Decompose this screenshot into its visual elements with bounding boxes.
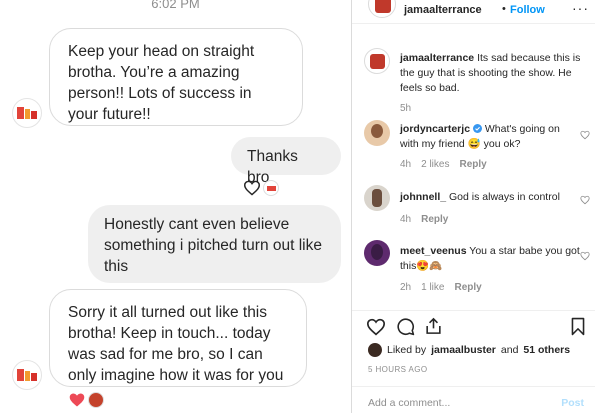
comment-text: God is always in control <box>449 191 560 203</box>
post-action-bar <box>352 310 595 340</box>
comment: johnnell_ God is always in control <box>400 190 580 205</box>
comment-meta: 4h Reply <box>400 214 448 225</box>
share-icon[interactable] <box>424 316 443 336</box>
likes-others-link[interactable]: 51 others <box>523 344 570 356</box>
commenter-avatar[interactable] <box>364 240 390 266</box>
post-time-ago: 5 HOURS AGO <box>368 365 428 374</box>
comment-username[interactable]: jordyncarterjc <box>400 123 470 135</box>
heart-filled-icon <box>69 393 85 407</box>
reactor-avatar <box>88 392 104 408</box>
like-comment-heart-icon[interactable] <box>580 195 590 205</box>
comment-age: 2h <box>400 282 412 293</box>
like-comment-heart-icon[interactable] <box>580 251 590 261</box>
message-reaction[interactable] <box>68 392 104 408</box>
likes-and: and <box>500 344 519 356</box>
caption-avatar[interactable] <box>364 48 390 74</box>
like-comment-heart-icon[interactable] <box>580 130 590 140</box>
post-comment-button[interactable]: Post <box>561 397 584 409</box>
comment-like-count[interactable]: 2 likes <box>421 159 449 170</box>
add-comment-input[interactable]: Add a comment... <box>368 397 450 409</box>
comment: jordyncarterjc What's going on with my f… <box>400 122 580 152</box>
follow-button[interactable]: Follow <box>510 4 545 16</box>
comment-age: 4h <box>400 214 412 225</box>
comment-meta: 4h 2 likes Reply <box>400 159 487 170</box>
comment-age: 4h <box>400 159 412 170</box>
header-separator: • <box>502 3 506 15</box>
reactor-avatar <box>263 180 279 196</box>
commenter-avatar[interactable] <box>364 120 390 146</box>
caption: jamaalterrance Its sad because this is t… <box>400 51 590 96</box>
like-heart-icon[interactable] <box>366 318 386 336</box>
screenshot-root: 6:02 PM Keep your head on straight broth… <box>0 0 595 413</box>
poster-avatar[interactable] <box>368 0 396 18</box>
message-bubble-sent[interactable]: Honestly cant even believe something i p… <box>88 205 341 283</box>
post-header: jamaalterrance • Follow ··· <box>352 0 595 24</box>
likes-summary: Liked by jamaalbuster and 51 others <box>368 343 570 357</box>
caption-username[interactable]: jamaalterrance <box>400 52 474 64</box>
heart-outline-icon <box>243 180 261 196</box>
dm-thread: 6:02 PM Keep your head on straight broth… <box>0 0 351 413</box>
verified-badge-icon <box>472 124 482 133</box>
reply-link[interactable]: Reply <box>421 214 448 225</box>
sender-avatar[interactable] <box>12 98 42 128</box>
poster-username[interactable]: jamaalterrance <box>404 4 482 16</box>
message-bubble-sent[interactable]: Thanks bro. <box>231 137 341 186</box>
message-reaction[interactable] <box>243 180 279 196</box>
comment: meet_veenus You a star babe you got this… <box>400 244 580 274</box>
ellipsis-icon[interactable]: ··· <box>572 0 589 16</box>
sender-avatar[interactable] <box>12 360 42 390</box>
reply-link[interactable]: Reply <box>459 159 486 170</box>
comment-meta: 2h 1 like Reply <box>400 282 482 293</box>
comment-username[interactable]: johnnell_ <box>400 191 446 203</box>
reply-link[interactable]: Reply <box>454 282 481 293</box>
likes-prefix: Liked by <box>387 344 427 356</box>
message-bubble-received[interactable]: Keep your head on straight brotha. You’r… <box>49 28 303 126</box>
commenter-avatar[interactable] <box>364 185 390 211</box>
caption-age: 5h <box>400 103 412 114</box>
add-comment-bar: Add a comment... Post <box>352 386 595 413</box>
comment-bubble-icon[interactable] <box>396 317 415 336</box>
instagram-post-panel: jamaalterrance • Follow ··· jamaalterran… <box>351 0 595 413</box>
comment-username[interactable]: meet_veenus <box>400 245 467 257</box>
bookmark-icon[interactable] <box>570 317 586 336</box>
message-bubble-received[interactable]: Sorry it all turned out like this brotha… <box>49 289 307 387</box>
liker-username[interactable]: jamaalbuster <box>431 344 496 356</box>
comment-like-count[interactable]: 1 like <box>421 282 444 293</box>
message-timestamp: 6:02 PM <box>151 0 200 11</box>
liker-avatar[interactable] <box>368 343 382 357</box>
